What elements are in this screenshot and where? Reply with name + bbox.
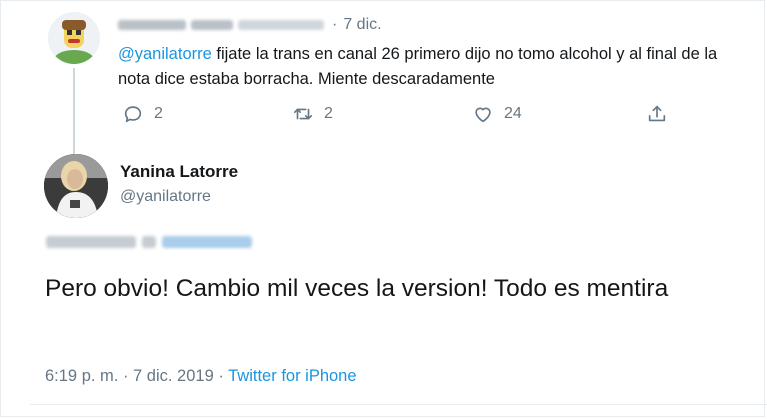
parent-tweet-meta: · 7 dic. — [118, 14, 382, 36]
reply-timestamp[interactable]: 6:19 p. m. · 7 dic. 2019 · — [45, 367, 228, 385]
retweet-button[interactable]: 2 — [292, 103, 333, 125]
blurred-author-name — [118, 20, 324, 30]
like-icon — [475, 107, 491, 123]
blurred-replying-label — [46, 236, 136, 248]
share-icon — [648, 105, 666, 122]
reply-count: 2 — [154, 105, 163, 122]
reply-icon — [124, 106, 142, 123]
share-button[interactable] — [646, 103, 668, 125]
footer-divider — [30, 404, 767, 405]
parent-tweet-actions: 2 2 24 — [118, 103, 678, 129]
reply-tweet-footer: 6:19 p. m. · 7 dic. 2019 · Twitter for i… — [45, 367, 357, 386]
reply-author-avatar[interactable] — [44, 154, 108, 218]
like-button[interactable]: 24 — [472, 103, 522, 125]
reply-tweet-text: Pero obvio! Cambio mil veces la version!… — [45, 275, 669, 302]
parent-author-avatar[interactable] — [48, 12, 100, 64]
reply-button[interactable]: 2 — [122, 103, 163, 125]
meta-separator: · — [332, 16, 338, 33]
reply-author-handle[interactable]: @yanilatorre — [120, 188, 211, 206]
reply-author-name[interactable]: Yanina Latorre — [120, 162, 238, 182]
tweet-source-link[interactable]: Twitter for iPhone — [228, 367, 356, 385]
like-count: 24 — [504, 105, 522, 122]
mention-link[interactable]: @yanilatorre — [118, 45, 212, 63]
thread-connector-line — [73, 68, 75, 154]
replying-to-line — [46, 232, 252, 252]
parent-tweet-date[interactable]: 7 dic. — [343, 16, 381, 34]
parent-tweet-text: @yanilatorre fijate la trans en canal 26… — [118, 42, 748, 92]
retweet-icon — [293, 108, 313, 120]
blurred-replying-word — [142, 236, 156, 248]
retweet-count: 2 — [324, 105, 333, 122]
blurred-replying-handle — [162, 236, 252, 248]
